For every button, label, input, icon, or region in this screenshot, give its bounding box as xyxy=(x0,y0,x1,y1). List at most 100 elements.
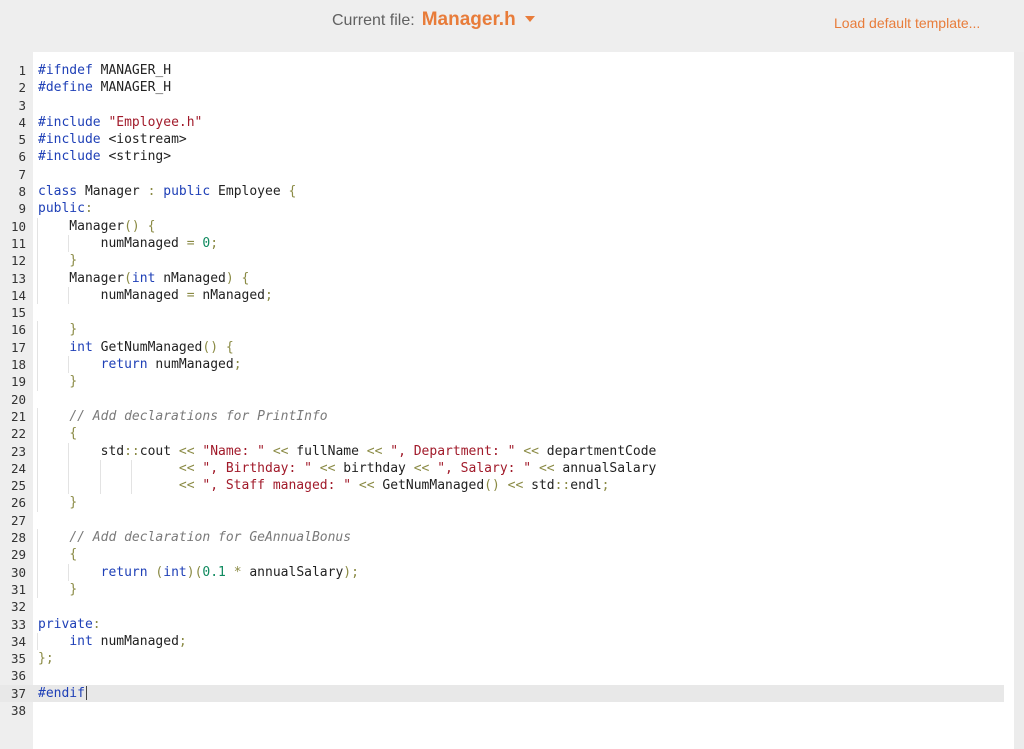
line-text[interactable]: Manager(int nManaged) { xyxy=(38,270,249,287)
code-line[interactable]: 27 xyxy=(0,512,1004,529)
code-line[interactable]: 3 xyxy=(0,97,1004,114)
code-line[interactable]: 22 { xyxy=(0,425,1004,443)
caret-down-icon[interactable] xyxy=(524,16,535,22)
line-number: 20 xyxy=(10,391,26,407)
code-line[interactable]: 5 #include <iostream> xyxy=(0,131,1004,148)
code-lines[interactable]: 1 #ifndef MANAGER_H 2 #define MANAGER_H 3 4 #i… xyxy=(0,62,1004,719)
code-line[interactable]: 1 #ifndef MANAGER_H xyxy=(0,62,1004,79)
line-number: 2 xyxy=(18,80,26,96)
line-number: 38 xyxy=(10,702,26,718)
line-text[interactable]: #define MANAGER_H xyxy=(38,79,171,96)
code-line[interactable]: 21 // Add declarations for PrintInfo xyxy=(0,407,1004,426)
line-number: 33 xyxy=(10,616,26,632)
code-line[interactable]: 14 numManaged = nManaged; xyxy=(0,286,1004,305)
code-line[interactable]: 12 } xyxy=(0,252,1004,270)
line-text[interactable]: private: xyxy=(38,616,101,633)
line-text[interactable]: { xyxy=(38,546,77,563)
line-number: 35 xyxy=(10,651,26,667)
indent-guide xyxy=(36,286,38,305)
line-text[interactable]: int GetNumManaged() { xyxy=(38,339,233,356)
code-line[interactable]: 9 public: xyxy=(0,200,1004,217)
code-line[interactable]: 34 int numManaged; xyxy=(0,632,1004,651)
line-text[interactable]: // Add declarations for PrintInfo xyxy=(38,408,327,425)
line-number: 8 xyxy=(18,184,26,200)
code-line[interactable]: 32 xyxy=(0,598,1004,615)
current-file-name[interactable]: Manager.h xyxy=(422,9,516,31)
code-line[interactable]: 15 xyxy=(0,304,1004,321)
indent-guide xyxy=(36,563,38,581)
indent-guide xyxy=(36,442,38,460)
line-number: 12 xyxy=(10,253,26,269)
line-text[interactable]: #ifndef MANAGER_H xyxy=(38,62,171,79)
code-line[interactable]: 28 // Add declaration for GeAnnualBonus xyxy=(0,529,1004,547)
line-text[interactable]: #include <string> xyxy=(38,148,171,165)
code-line[interactable]: 20 xyxy=(0,391,1004,408)
code-line[interactable]: 36 xyxy=(0,667,1004,684)
code-line[interactable]: 17 int GetNumManaged() { xyxy=(0,338,1004,357)
code-line[interactable]: 13 Manager(int nManaged) { xyxy=(0,269,1004,287)
code-editor[interactable]: 1 #ifndef MANAGER_H 2 #define MANAGER_H 3 4 #i… xyxy=(0,52,1014,749)
code-line[interactable]: 35}; xyxy=(0,650,1004,667)
line-text[interactable]: // Add declaration for GeAnnualBonus xyxy=(38,529,351,546)
line-text[interactable]: #include <iostream> xyxy=(38,131,187,148)
code-line[interactable]: 38 xyxy=(0,702,1004,719)
indent-guide xyxy=(36,217,38,235)
line-text[interactable]: int numManaged; xyxy=(38,633,186,650)
code-line[interactable]: 16 } xyxy=(0,321,1004,339)
line-text[interactable]: std::cout << "Name: " << fullName << ", … xyxy=(38,443,657,460)
indent-guide xyxy=(36,546,38,564)
code-line[interactable]: 25 << ", Staff managed: " << GetNumManag… xyxy=(0,477,1004,495)
code-line[interactable]: 24 << ", Birthday: " << birthday << ", S… xyxy=(0,459,1004,478)
line-number: 1 xyxy=(18,63,26,78)
code-line[interactable]: 30 return (int)(0.1 * annualSalary); xyxy=(0,563,1004,581)
line-number: 28 xyxy=(10,530,26,546)
line-text[interactable]: numManaged = 0; xyxy=(38,235,218,252)
line-text[interactable]: } xyxy=(38,581,77,598)
line-number: 37 xyxy=(10,685,26,701)
line-text[interactable]: #include "Employee.h" xyxy=(38,114,202,131)
code-line[interactable]: 2 #define MANAGER_H xyxy=(0,79,1004,96)
code-line[interactable]: 4 #include "Employee.h" xyxy=(0,114,1004,131)
indent-guide xyxy=(99,459,101,478)
line-text[interactable]: } xyxy=(38,252,77,269)
code-line[interactable]: 23 std::cout << "Name: " << fullName << … xyxy=(0,442,1004,460)
line-text[interactable]: class Manager : public Employee { xyxy=(38,183,296,200)
load-default-template-link[interactable]: Load default template... xyxy=(834,15,980,31)
line-number: 9 xyxy=(18,201,26,217)
indent-guide xyxy=(36,321,38,339)
code-line[interactable]: 8 class Manager : public Employee { xyxy=(0,183,1004,200)
indent-guide xyxy=(131,459,133,478)
line-number: 32 xyxy=(10,599,26,615)
line-text[interactable]: } xyxy=(38,321,77,338)
code-line[interactable]: 29 { xyxy=(0,546,1004,564)
code-line[interactable]: 7 xyxy=(0,166,1004,183)
line-text[interactable]: Manager() { xyxy=(38,218,155,235)
line-text[interactable]: } xyxy=(38,373,77,390)
code-line[interactable]: 19 } xyxy=(0,373,1004,391)
line-number: 16 xyxy=(10,322,26,338)
code-line[interactable]: 33 private: xyxy=(0,616,1004,633)
code-line[interactable]: 10 Manager() { xyxy=(0,217,1004,235)
code-line[interactable]: 31 } xyxy=(0,580,1004,599)
line-text[interactable]: public: xyxy=(38,200,93,217)
line-text[interactable]: } xyxy=(38,494,77,511)
line-number: 7 xyxy=(18,166,26,182)
line-number: 17 xyxy=(10,339,26,355)
indent-guide xyxy=(36,269,38,287)
current-file-dropdown[interactable]: Current file: Manager.h xyxy=(332,9,535,35)
line-text[interactable]: return (int)(0.1 * annualSalary); xyxy=(38,564,359,581)
line-text[interactable]: }; xyxy=(38,650,54,667)
line-number: 34 xyxy=(10,633,26,649)
code-line[interactable]: 11 numManaged = 0; xyxy=(0,234,1004,253)
code-line[interactable]: 37 #endif xyxy=(0,684,1004,702)
code-line[interactable]: 6 #include <string> xyxy=(0,148,1004,165)
line-text[interactable]: << ", Staff managed: " << GetNumManaged(… xyxy=(38,477,610,494)
top-bar: Current file: Manager.h Load default tem… xyxy=(0,0,1024,52)
code-line[interactable]: 26 } xyxy=(0,494,1004,512)
line-text[interactable]: { xyxy=(38,425,77,442)
code-line[interactable]: 18 return numManaged; xyxy=(0,356,1004,374)
indent-guide xyxy=(68,234,70,253)
line-text[interactable]: numManaged = nManaged; xyxy=(38,287,273,304)
line-text[interactable]: #endif xyxy=(38,685,87,702)
line-number: 10 xyxy=(10,218,26,234)
